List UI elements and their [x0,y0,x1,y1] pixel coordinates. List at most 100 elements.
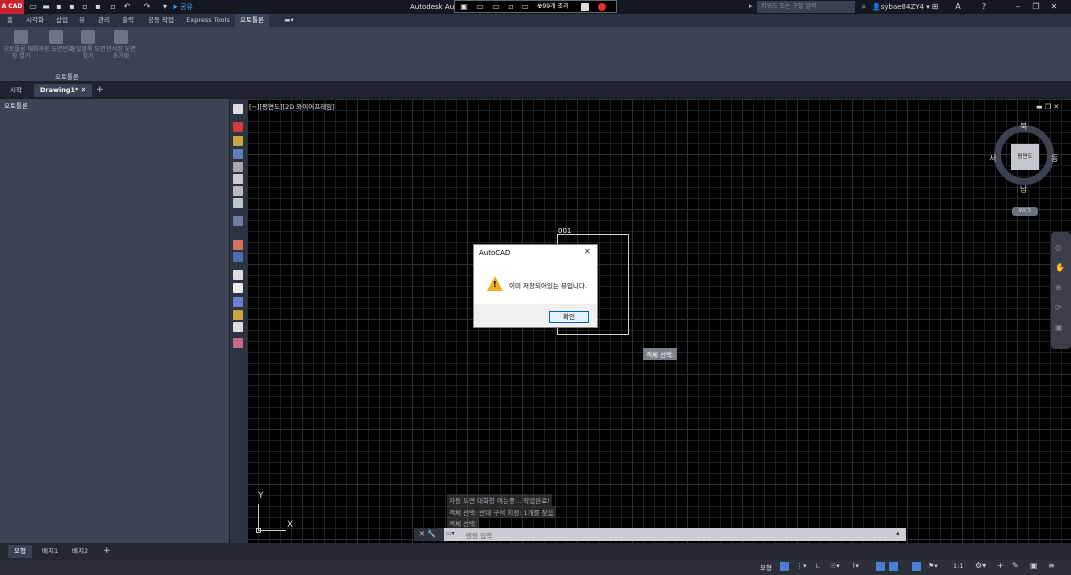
tab-autotoolon[interactable]: 오토툴론 [235,14,269,27]
command-line-controls[interactable]: ✕ 🔧 [414,528,444,541]
tool-icon-14[interactable] [233,297,243,307]
tab-drawing1[interactable]: Drawing1* ✕ [34,84,93,97]
tab-start[interactable]: 시작 [4,84,28,97]
chevron-icon[interactable]: ▸ [749,2,753,10]
tool-icon-15[interactable] [233,310,243,320]
tool-icon-9[interactable] [233,216,243,226]
screen-icon[interactable]: ▭ [491,2,501,12]
steering-wheel-icon[interactable]: ◎ [1055,243,1062,252]
minimize-icon[interactable]: – [1013,2,1023,12]
tool-icon-4[interactable] [233,149,243,159]
cart-icon[interactable]: ⊞ [930,2,940,12]
tool-icon-10[interactable] [233,240,243,250]
add-layout-button[interactable]: + [103,545,111,558]
help-icon[interactable]: ? [979,2,989,12]
tab-view[interactable]: 뷰 [76,14,88,27]
share-button[interactable]: ➤ 공유 [172,2,193,12]
pan-icon[interactable]: ✋ [1055,263,1065,272]
osnap-icon[interactable] [876,562,885,571]
orbit-icon[interactable]: ⟳ [1055,303,1062,312]
isodraft-icon[interactable]: ⌇▾ [852,562,859,570]
viewcube-face[interactable]: 평면도 [1011,144,1039,170]
tab-layout1[interactable]: 배치1 [38,545,62,558]
add-tab-button[interactable]: + [90,84,110,97]
wcs-menu[interactable]: WCS [1012,207,1038,216]
scale-button[interactable]: 1:1 [953,562,963,570]
command-expand-icon[interactable]: ▴ [896,529,900,537]
customization-icon[interactable]: ≡ [1048,561,1055,570]
auto-number-button[interactable]: 자동 도면번호 [38,30,74,70]
showmotion-icon[interactable]: ▣ [1055,323,1063,332]
search-icon[interactable]: ⌕ [859,2,869,12]
tool-icon-11[interactable] [233,252,243,262]
tool-icon-13[interactable] [233,283,243,293]
open-icon[interactable]: ▬ [41,2,51,12]
plot-icon[interactable]: ▫ [108,2,118,12]
viewcube-east[interactable]: 동 [1051,153,1058,164]
grid-icon[interactable] [780,562,789,571]
dialog-close-button[interactable]: ✕ [584,247,591,256]
print-icon[interactable]: ▪ [93,2,103,12]
save-as-icon[interactable]: ▪ [67,2,77,12]
tab-model[interactable]: 모형 [8,545,32,558]
tab-insert[interactable]: 삽입 [52,14,72,27]
tab-collaborate[interactable]: 공동 작업 [144,14,178,27]
redo-icon[interactable]: ↷ [142,2,152,12]
reset-button[interactable]: 인식된 도면 초기화 [103,30,139,70]
tool-icon-17[interactable] [233,338,243,348]
tab-output[interactable]: 출력 [118,14,138,27]
search-input[interactable]: 키워드 또는 구절 입력 [757,1,855,13]
tool-icon-16[interactable] [233,322,243,332]
tool-icon-1[interactable] [233,104,243,114]
polar-icon[interactable]: ☉▾ [830,562,840,570]
command-recent-icon[interactable]: ▭▾ [446,530,460,539]
record-icon[interactable]: ▭ [475,2,485,12]
model-space-button[interactable]: 모형 [760,562,772,572]
workspace-gear-icon[interactable]: ⚙▾ [975,561,986,570]
tab-layout2[interactable]: 배치2 [68,545,92,558]
capture-icon[interactable]: ▣ [459,2,469,12]
visibility-icon[interactable]: ⚑▾ [928,562,938,570]
isolate-icon[interactable]: ✎ [1012,561,1019,570]
publish-icon[interactable]: ▫ [80,2,90,12]
tool-icon-8[interactable] [233,198,243,208]
tab-visualize[interactable]: 시각화 [22,14,48,27]
tool-icon-7[interactable] [233,186,243,196]
app-menu-button[interactable]: A CAD [0,0,24,14]
autodesk-icon[interactable]: A [953,2,963,12]
ok-button[interactable]: 확인 [549,311,589,323]
ribbon-options-icon[interactable]: ▬▾ [280,14,298,27]
save-icon[interactable]: ▪ [54,2,64,12]
tab-home[interactable]: 홈 [4,14,16,27]
customize-icon[interactable]: ▾ [160,2,170,12]
viewport-window-controls[interactable]: ▬ ❐ ✕ [1036,103,1059,111]
drawing-viewport[interactable] [247,99,1071,543]
monitor-icon[interactable]: ▭ [520,2,530,12]
tool-icon-6[interactable] [233,174,243,184]
tool-icon-5[interactable] [233,162,243,172]
user-menu[interactable]: 👤sybae84ZY4 ▾ [872,2,930,12]
ortho-icon[interactable]: ∟ [815,562,821,570]
command-input[interactable]: 명령 입력 [466,530,492,540]
undo-icon[interactable]: ↶ [122,2,132,12]
square-icon[interactable] [581,3,589,11]
snap-icon[interactable]: ⋮▾ [796,562,807,570]
find-block-button[interactable]: 동일블록 도면찾기 [70,30,106,70]
notification-badge[interactable]: ☢99개 초과 [537,2,569,12]
stop-icon[interactable] [598,3,606,11]
window-icon[interactable]: ▫ [506,2,516,12]
otrack-icon[interactable] [889,562,898,571]
fullscreen-icon[interactable]: ▣ [1030,561,1038,570]
viewport-controls-label[interactable]: [−][평면도][2D 와이어프레임] [249,101,335,111]
tab-manage[interactable]: 관리 [94,14,114,27]
command-line[interactable] [444,528,906,541]
viewcube-north[interactable]: 북 [1020,121,1027,132]
tool-icon-2[interactable] [233,122,243,132]
close-icon[interactable]: ✕ [1049,2,1059,12]
tab-express-tools[interactable]: Express Tools [184,14,232,27]
tool-icon-3[interactable] [233,136,243,146]
plus-icon[interactable]: + [997,561,1004,570]
tool-icon-12[interactable] [233,270,243,280]
new-icon[interactable]: ▭ [28,2,38,12]
viewcube-west[interactable]: 서 [989,153,996,164]
